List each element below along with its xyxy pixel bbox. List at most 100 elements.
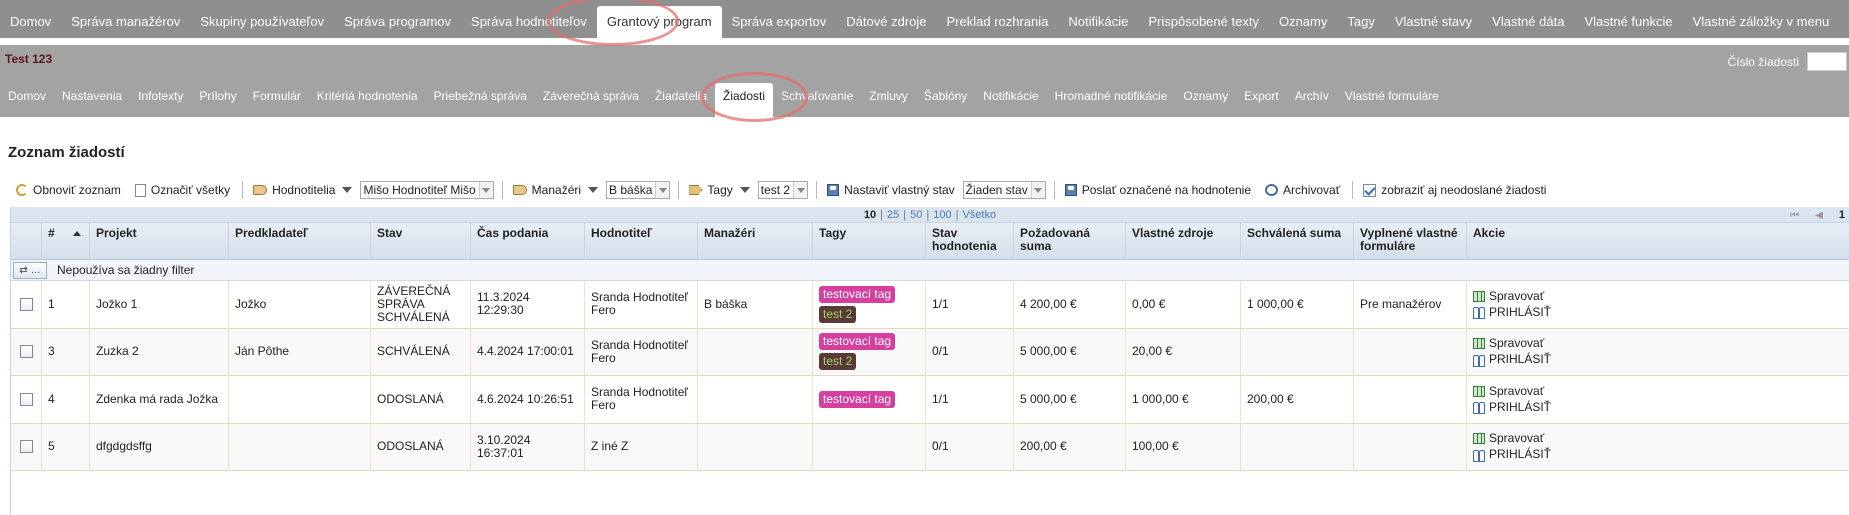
- sub-nav-archiv[interactable]: Archív: [1287, 82, 1337, 117]
- sub-nav-priebezna-sprava[interactable]: Priebežná správa: [426, 82, 535, 117]
- sub-nav-formular[interactable]: Formulár: [245, 82, 309, 117]
- login-label: PRIHLÁSIŤ: [1489, 399, 1552, 414]
- page-size-25[interactable]: 25: [887, 209, 899, 221]
- header-evaluation-status[interactable]: Stav hodnotenia: [926, 223, 1014, 259]
- top-nav-skupiny-pouzivatelov[interactable]: Skupiny používateľov: [190, 0, 334, 38]
- login-action[interactable]: PRIHLÁSIŤ: [1473, 447, 1552, 462]
- row-checkbox[interactable]: [19, 440, 33, 454]
- top-nav-vlastne-data[interactable]: Vlastné dáta: [1482, 0, 1574, 38]
- sub-nav-zaverecna-sprava[interactable]: Záverečná správa: [535, 82, 647, 117]
- top-nav-domov[interactable]: Domov: [0, 0, 61, 38]
- top-nav-grantovy-program[interactable]: Grantový program: [596, 6, 722, 38]
- page-size-all[interactable]: Všetko: [962, 209, 996, 221]
- manager-select[interactable]: B báška: [606, 181, 671, 199]
- sub-nav-ziadatelia[interactable]: Žiadatelia: [647, 82, 715, 117]
- program-title: Test 123: [5, 52, 53, 66]
- sub-nav-ziadosti[interactable]: Žiadosti: [715, 83, 774, 118]
- top-nav-oznamy[interactable]: Oznamy: [1269, 0, 1337, 38]
- managers-dropdown-button[interactable]: Manažéri: [507, 179, 606, 201]
- archive-button[interactable]: Archivovať: [1259, 179, 1348, 201]
- header-submitter[interactable]: Predkladateľ: [229, 223, 371, 259]
- header-tags[interactable]: Tagy: [813, 223, 926, 259]
- top-nav-vlastne-zalozky[interactable]: Vlastné záložky v menu: [1683, 0, 1840, 38]
- header-select: [11, 223, 42, 259]
- top-nav-vlastne-funkcie[interactable]: Vlastné funkcie: [1574, 0, 1682, 38]
- row-own-resources: 1 000,00 €: [1126, 376, 1241, 423]
- show-unsent-toggle[interactable]: zobraziť aj neodoslané žiadosti: [1357, 179, 1554, 201]
- table-row[interactable]: 3 Zuzka 2 Ján Pôthe SCHVÁLENÁ 4.4.2024 1…: [11, 328, 1849, 376]
- sub-nav-notifikacie[interactable]: Notifikácie: [975, 82, 1046, 117]
- first-page-icon[interactable]: ⏮: [1790, 210, 1799, 221]
- top-nav-preklad-rozhrania[interactable]: Preklad rozhrania: [937, 0, 1059, 38]
- top-nav-datove-zdroje[interactable]: Dátové zdroje: [836, 0, 936, 38]
- set-custom-status-button[interactable]: Nastaviť vlastný stav: [821, 179, 963, 201]
- header-project[interactable]: Projekt: [90, 223, 229, 259]
- sub-nav-sablony[interactable]: Šablóny: [916, 82, 975, 117]
- sub-nav-schvalovanie[interactable]: Schvaľovanie: [773, 82, 861, 117]
- tags-dropdown-button[interactable]: Tagy: [683, 179, 757, 201]
- row-checkbox[interactable]: [19, 392, 33, 406]
- top-nav-sprava-hodnotitelov[interactable]: Správa hodnotiteľov: [461, 0, 597, 38]
- sub-nav-hromadne-notifikacie[interactable]: Hromadné notifikácie: [1047, 82, 1176, 117]
- header-status[interactable]: Stav: [371, 223, 471, 259]
- row-status-line: SCHVÁLENÁ: [377, 344, 450, 359]
- status-select[interactable]: Žiaden stav: [962, 181, 1046, 199]
- top-nav-sprava-manazerov[interactable]: Správa manažérov: [61, 0, 190, 38]
- top-nav-sprava-exportov[interactable]: Správa exportov: [722, 0, 837, 38]
- top-nav-prisposobene-texty[interactable]: Prispôsobené texty: [1138, 0, 1269, 38]
- send-for-evaluation-button[interactable]: Poslať označené na hodnotenie: [1059, 179, 1259, 201]
- sub-nav-domov[interactable]: Domov: [0, 82, 54, 117]
- login-label: PRIHLÁSIŤ: [1489, 352, 1552, 367]
- sub-nav-zmluvy[interactable]: Zmluvy: [861, 82, 916, 117]
- sub-nav-kriteria-hodnotenia[interactable]: Kritériá hodnotenia: [309, 82, 426, 117]
- toolbar-separator: [242, 181, 244, 199]
- header-actions: Akcie: [1473, 226, 1506, 240]
- sub-nav-oznamy[interactable]: Oznamy: [1175, 82, 1236, 117]
- header-custom-forms[interactable]: Vyplnené vlastné formuláre: [1354, 223, 1467, 259]
- archive-label: Archivovať: [1283, 183, 1341, 197]
- evaluators-dropdown-button[interactable]: Hodnotitelia: [247, 179, 360, 201]
- manage-action[interactable]: Spravovať: [1473, 432, 1544, 445]
- sub-nav-infotexty[interactable]: Infotexty: [130, 82, 191, 117]
- header-managers[interactable]: Manažéri: [698, 223, 813, 259]
- header-evaluator[interactable]: Hodnotiteľ: [585, 223, 698, 259]
- page-size-100[interactable]: 100: [933, 209, 951, 221]
- manage-action[interactable]: Spravovať: [1473, 384, 1544, 398]
- header-requested-amount[interactable]: Požadovaná suma: [1014, 223, 1126, 259]
- login-action[interactable]: PRIHLÁSIŤ: [1473, 399, 1552, 415]
- tag-select[interactable]: test 2: [757, 181, 809, 199]
- prev-page-icon[interactable]: ◀: [1815, 210, 1823, 221]
- sub-nav-prilohy[interactable]: Prílohy: [191, 82, 244, 117]
- login-action[interactable]: PRIHLÁSIŤ: [1473, 352, 1552, 367]
- refresh-list-button[interactable]: Obnoviť zoznam: [10, 179, 129, 201]
- sub-nav-nastavenia[interactable]: Nastavenia: [54, 82, 130, 117]
- row-checkbox[interactable]: [19, 297, 33, 311]
- sub-nav-export[interactable]: Export: [1236, 82, 1287, 117]
- top-nav-sprava-programov[interactable]: Správa programov: [334, 0, 461, 38]
- top-nav-notifikacie[interactable]: Notifikácie: [1058, 0, 1138, 38]
- header-number[interactable]: #: [42, 223, 90, 259]
- tag-badge: test 2: [819, 305, 857, 323]
- header-approved-amount[interactable]: Schválená suma: [1241, 223, 1354, 259]
- manage-action[interactable]: Spravovať: [1473, 289, 1544, 303]
- show-unsent-checkbox[interactable]: [1363, 183, 1377, 197]
- login-label: PRIHLÁSIŤ: [1489, 447, 1552, 462]
- evaluator-select[interactable]: Mišo Hodnotiteľ Mišo: [360, 181, 494, 199]
- header-submission-time[interactable]: Čas podania: [471, 223, 585, 259]
- row-checkbox[interactable]: [19, 345, 33, 359]
- top-nav-tagy[interactable]: Tagy: [1337, 0, 1384, 38]
- filter-button[interactable]: ⇄ …: [13, 261, 47, 279]
- page-size-50[interactable]: 50: [910, 209, 922, 221]
- select-all-button[interactable]: Označiť všetky: [129, 179, 238, 201]
- table-row[interactable]: 5 dfgdgdsffg ODOSLANÁ 3.10.2024 16:37:01…: [11, 423, 1849, 471]
- table-row[interactable]: 1 Jožko 1 Jožko ZÁVEREČNÁ SPRÁVA SCHVÁLE…: [11, 281, 1849, 329]
- manage-action[interactable]: Spravovať: [1473, 337, 1544, 350]
- table-row[interactable]: 4 Zdenka má rada Jožka ODOSLANÁ 4.6.2024…: [11, 376, 1849, 424]
- page-size-10[interactable]: 10: [864, 209, 876, 221]
- login-action[interactable]: PRIHLÁSIŤ: [1473, 305, 1551, 320]
- top-nav-vlastne-stavy[interactable]: Vlastné stavy: [1385, 0, 1482, 38]
- application-number-input[interactable]: [1807, 52, 1847, 71]
- sub-nav-vlastne-formulare[interactable]: Vlastné formuláre: [1337, 82, 1447, 117]
- header-own-resources[interactable]: Vlastné zdroje: [1126, 223, 1241, 259]
- row-status-line: SPRÁVA: [377, 296, 425, 311]
